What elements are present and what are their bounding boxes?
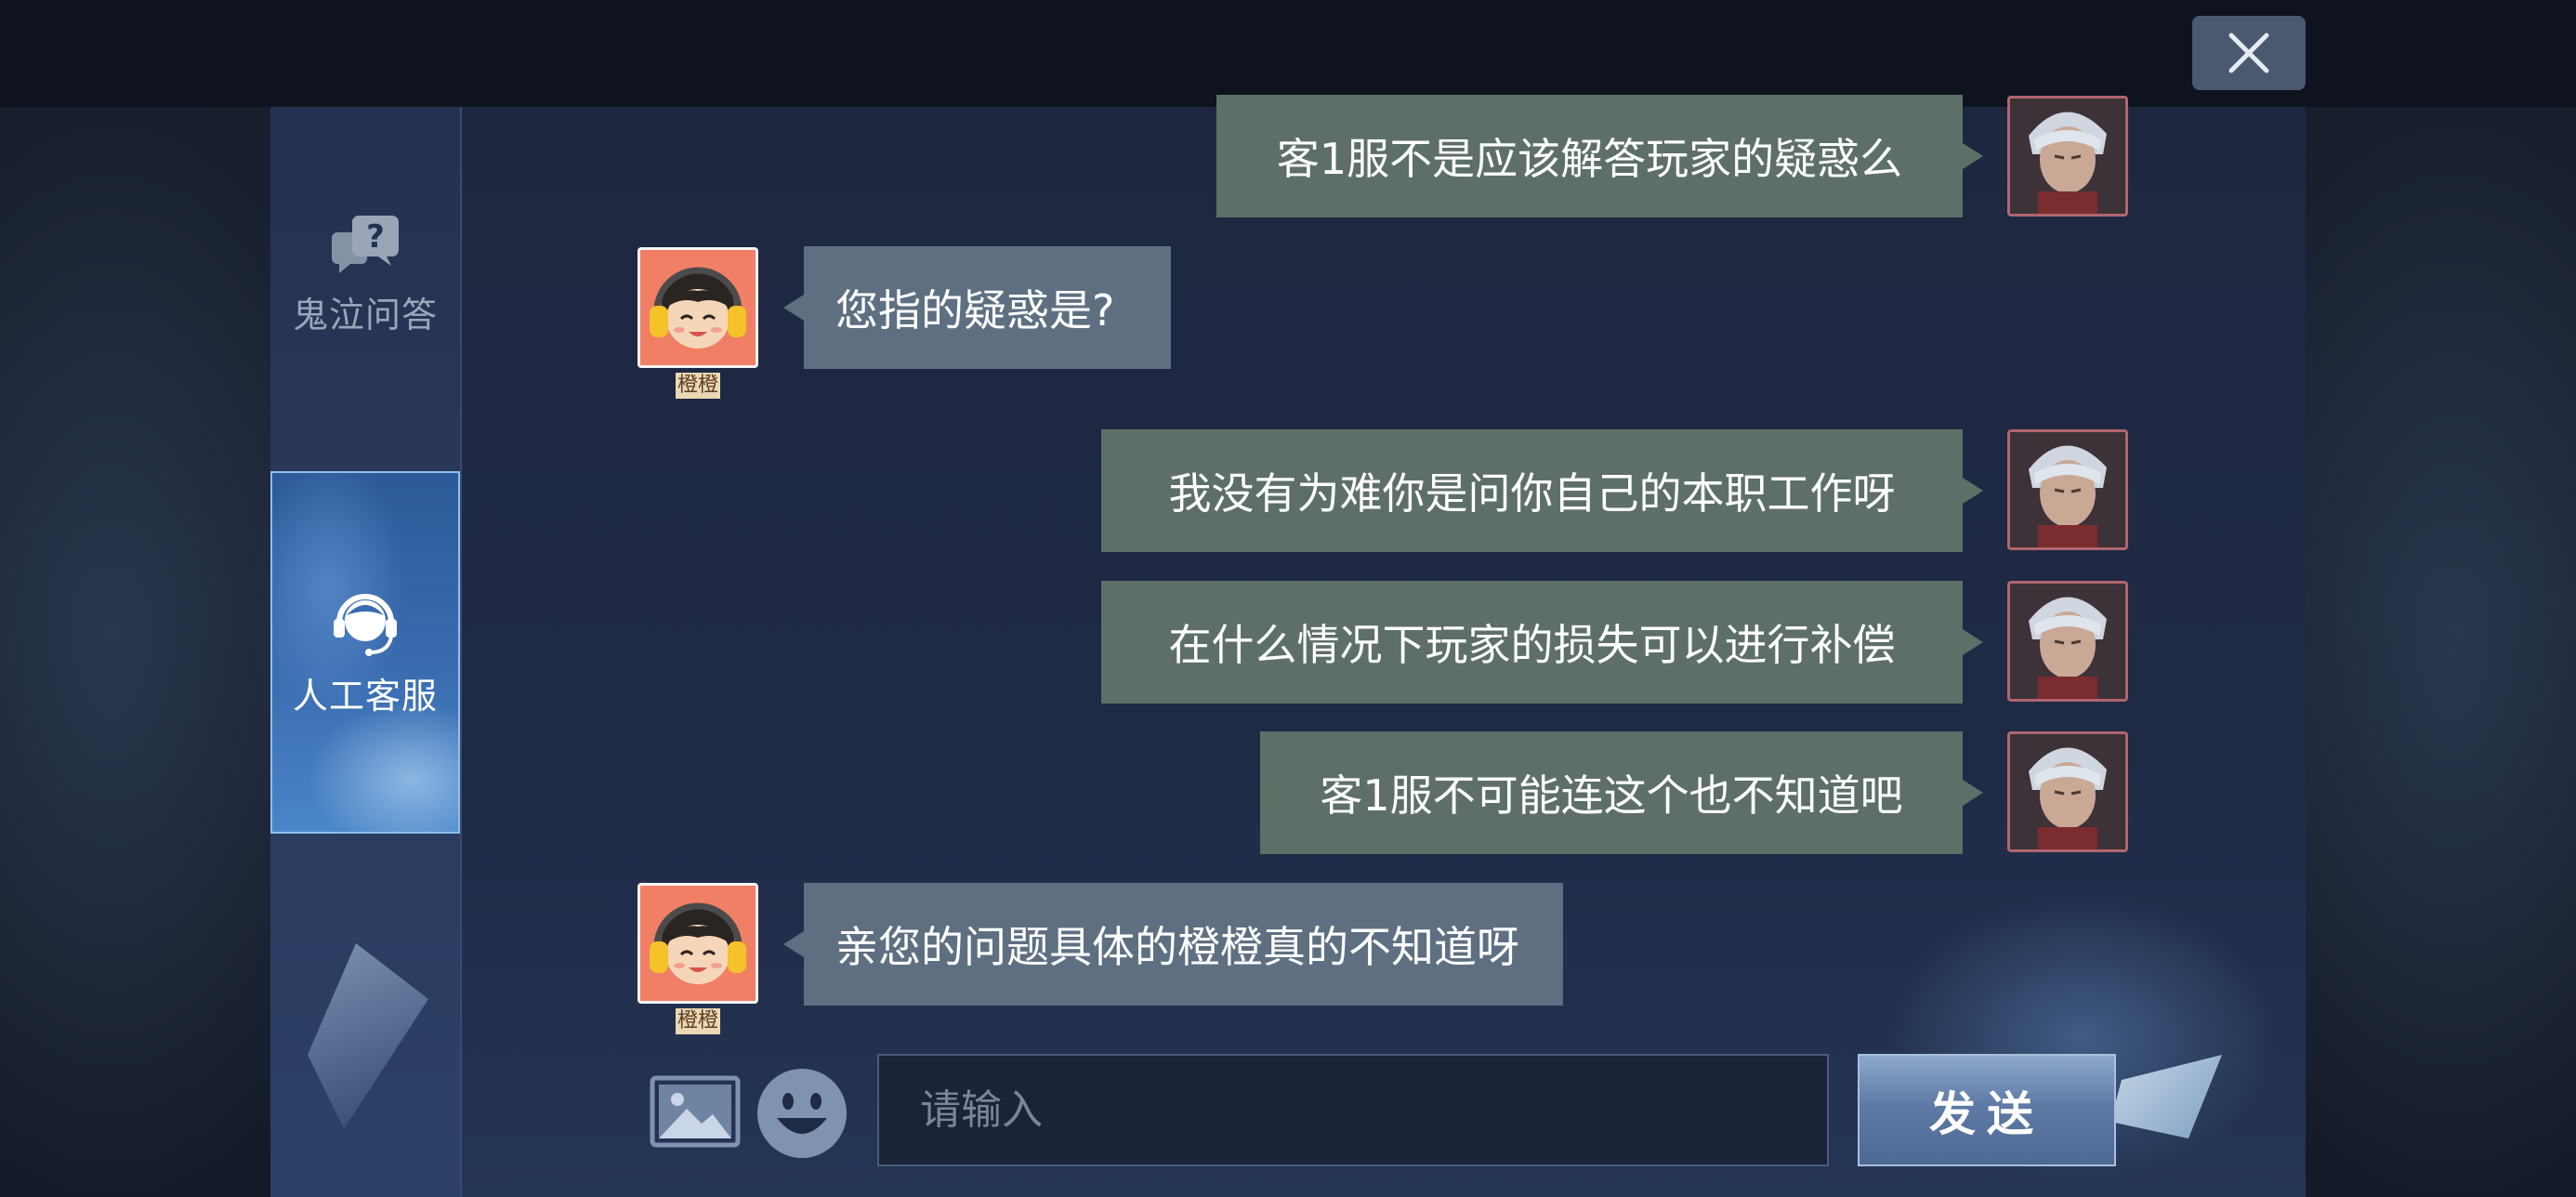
message-text: 您指的疑惑是? xyxy=(835,285,1115,335)
user-message-bubble: 客1服不可能连这个也不知道吧 xyxy=(1260,731,1983,854)
close-icon xyxy=(2228,33,2269,73)
user-portrait-icon xyxy=(2010,99,2125,214)
agent-girl-headset-icon xyxy=(640,250,756,365)
close-button[interactable] xyxy=(2192,16,2306,90)
send-button[interactable]: 发送 xyxy=(1858,1054,2116,1166)
message-text: 客1服不可能连这个也不知道吧 xyxy=(1320,770,1903,821)
agent-avatar[interactable] xyxy=(637,883,758,1004)
user-portrait-icon xyxy=(2010,734,2125,849)
message-text: 在什么情况下玩家的损失可以进行补偿 xyxy=(1168,620,1896,670)
sidebar-decoration xyxy=(308,943,428,1129)
user-avatar[interactable] xyxy=(2007,429,2128,550)
user-portrait-icon xyxy=(2010,584,2125,699)
user-message-bubble: 在什么情况下玩家的损失可以进行补偿 xyxy=(1101,581,1983,704)
sidebar-item-qa[interactable]: ? 鬼泣问答 xyxy=(270,191,460,358)
agent-name-label: 橙橙 xyxy=(676,373,720,399)
message-text: 亲您的问题具体的橙橙真的不知道呀 xyxy=(835,922,1519,972)
user-message-bubble: 客1服不是应该解答玩家的疑惑么 xyxy=(1216,95,1983,217)
app-root: ? 鬼泣问答 人工客服 客1服不是应该解答玩家的疑惑么 橙橙 您指的疑惑是? 我… xyxy=(0,0,2576,1197)
question-chat-icon: ? xyxy=(332,215,399,273)
user-portrait-icon xyxy=(2010,432,2125,547)
emoji-icon xyxy=(757,1069,847,1158)
agent-girl-headset-icon xyxy=(640,886,756,1001)
message-text: 我没有为难你是问你自己的本职工作呀 xyxy=(1168,468,1896,519)
agent-name-label: 橙橙 xyxy=(676,1008,720,1034)
user-avatar[interactable] xyxy=(2007,96,2128,217)
sidebar: ? 鬼泣问答 人工客服 xyxy=(270,107,462,1197)
sidebar-item-label: 人工客服 xyxy=(292,675,438,717)
top-bar xyxy=(0,0,2576,107)
svg-text:?: ? xyxy=(366,218,385,256)
image-upload-button[interactable] xyxy=(650,1075,741,1148)
sidebar-item-label: 鬼泣问答 xyxy=(292,294,438,335)
image-icon xyxy=(650,1075,741,1148)
message-text: 客1服不是应该解答玩家的疑惑么 xyxy=(1276,134,1903,184)
agent-message-bubble: 亲您的问题具体的橙橙真的不知道呀 xyxy=(783,883,1563,1006)
headset-agent-icon xyxy=(334,593,397,656)
message-input[interactable] xyxy=(877,1054,1829,1166)
agent-message-bubble: 您指的疑惑是? xyxy=(783,246,1171,369)
agent-avatar[interactable] xyxy=(637,247,758,368)
user-avatar[interactable] xyxy=(2007,581,2128,702)
emoji-button[interactable] xyxy=(755,1066,849,1161)
sidebar-item-customer-service[interactable]: 人工客服 xyxy=(270,471,460,834)
user-message-bubble: 我没有为难你是问你自己的本职工作呀 xyxy=(1101,429,1983,552)
user-avatar[interactable] xyxy=(2007,731,2128,852)
